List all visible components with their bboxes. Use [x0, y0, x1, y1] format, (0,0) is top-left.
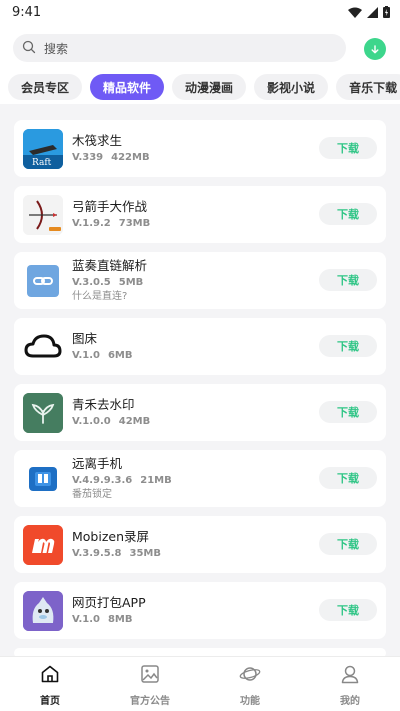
image-icon — [140, 664, 160, 688]
tab-premium-software[interactable]: 精品软件 — [90, 74, 165, 100]
app-size: 35MB — [129, 547, 161, 559]
app-card-raft[interactable]: Raft 木筏求生 V.339 422MB 下载 — [14, 120, 386, 177]
nav-label: 我的 — [340, 696, 360, 707]
app-size: 21MB — [140, 474, 172, 486]
app-card-qinghe[interactable]: 青禾去水印 V.1.0.0 42MB 下载 — [14, 384, 386, 441]
app-name: Mobizen录屏 — [72, 528, 150, 544]
app-card-mobizen[interactable]: Mobizen录屏 V.3.9.5.8 35MB 下载 — [14, 516, 386, 573]
app-version: V.1.0.0 — [72, 415, 111, 427]
app-name: 远离手机 — [72, 455, 123, 471]
nav-profile[interactable]: 我的 — [300, 657, 400, 711]
tab-music-download[interactable]: 音乐下载 — [336, 74, 400, 100]
link-icon — [23, 260, 63, 301]
nav-label: 功能 — [240, 696, 260, 707]
nav-announcements[interactable]: 官方公告 — [100, 657, 200, 711]
download-button[interactable]: 下载 — [319, 269, 377, 291]
app-meta: V.1.0 6MB — [72, 349, 133, 363]
planet-icon — [239, 664, 261, 688]
download-button[interactable]: 下载 — [319, 599, 377, 621]
wifi-icon — [348, 3, 362, 22]
sprout-icon — [23, 392, 63, 433]
app-card-imagebed[interactable]: 图床 V.1.0 6MB 下载 — [14, 318, 386, 375]
app-meta: V.4.9.9.3.6 21MB — [72, 474, 172, 488]
status-time: 9:41 — [12, 4, 42, 20]
download-button[interactable]: 下载 — [319, 533, 377, 555]
app-size: 73MB — [118, 217, 151, 229]
raft-icon: Raft — [23, 128, 63, 169]
app-card-lanzou[interactable]: 蓝奏直链解析 V.3.0.5 5MB 什么是直连? 下载 — [14, 252, 386, 309]
app-name: 弓箭手大作战 — [72, 198, 148, 214]
app-list: Raft 木筏求生 V.339 422MB 下载 弓箭手大作战 V.1.9.2 73… — [14, 120, 386, 658]
header: 搜索 会员专区 精品软件 动漫漫画 影视小说 音乐下载 — [0, 24, 400, 104]
nav-home[interactable]: 首页 — [0, 657, 100, 711]
cartoon-icon — [23, 590, 63, 631]
battery-icon — [383, 3, 390, 22]
download-button[interactable]: 下载 — [319, 137, 377, 159]
app-card-web-packager[interactable]: 网页打包APP V.1.0 8MB 下载 — [14, 582, 386, 639]
signal-icon — [367, 3, 378, 22]
app-size: 5MB — [118, 276, 144, 288]
app-version: V.1.0 — [72, 613, 100, 625]
app-description: 番茄锁定 — [72, 488, 112, 500]
lock-phone-icon — [23, 458, 63, 499]
tab-anime-comics[interactable]: 动漫漫画 — [172, 74, 247, 100]
download-button[interactable]: 下载 — [319, 401, 377, 423]
mobizen-icon — [23, 524, 63, 565]
nav-label: 首页 — [40, 696, 60, 707]
user-icon — [340, 664, 360, 688]
app-size: 422MB — [111, 151, 150, 163]
tab-member-zone[interactable]: 会员专区 — [8, 74, 83, 100]
app-meta: V.1.9.2 73MB — [72, 217, 150, 231]
cloud-icon — [23, 326, 63, 367]
app-meta: V.3.9.5.8 35MB — [72, 547, 161, 561]
app-meta: V.339 422MB — [72, 151, 150, 165]
app-name: 青禾去水印 — [72, 396, 135, 412]
app-name: 蓝奏直链解析 — [72, 257, 148, 273]
download-button[interactable]: 下载 — [319, 467, 377, 489]
app-card-away-phone[interactable]: 远离手机 V.4.9.9.3.6 21MB 番茄锁定 下载 — [14, 450, 386, 507]
bottom-nav: 首页 官方公告 功能 我的 — [0, 656, 400, 711]
download-manager-button[interactable] — [364, 38, 386, 60]
download-arrow-icon — [370, 40, 380, 59]
app-size: 6MB — [107, 349, 133, 361]
app-description: 什么是直连? — [72, 290, 128, 302]
app-version: V.1.9.2 — [72, 217, 111, 229]
svg-text:Raft: Raft — [32, 158, 52, 168]
search-icon — [22, 39, 36, 58]
app-name: 木筏求生 — [72, 132, 123, 148]
app-meta: V.1.0.0 42MB — [72, 415, 150, 429]
home-icon — [40, 664, 60, 688]
download-button[interactable]: 下载 — [319, 203, 377, 225]
app-version: V.1.0 — [72, 349, 100, 361]
app-version: V.3.9.5.8 — [72, 547, 122, 559]
app-version: V.3.0.5 — [72, 276, 111, 288]
app-meta: V.1.0 8MB — [72, 613, 146, 627]
status-icons — [348, 3, 390, 22]
app-version: V.4.9.9.3.6 — [72, 474, 133, 486]
nav-features[interactable]: 功能 — [200, 657, 300, 711]
tab-movies-novels[interactable]: 影视小说 — [254, 74, 329, 100]
app-name: 网页打包APP — [72, 594, 146, 610]
app-size: 8MB — [107, 613, 133, 625]
app-name: 图床 — [72, 330, 98, 346]
app-version: V.339 — [72, 151, 104, 163]
app-size: 42MB — [118, 415, 151, 427]
search-input[interactable]: 搜索 — [13, 34, 346, 62]
category-tabs: 会员专区 精品软件 动漫漫画 影视小说 音乐下载 — [8, 74, 400, 100]
app-card-archer[interactable]: 弓箭手大作战 V.1.9.2 73MB 下载 — [14, 186, 386, 243]
app-meta: V.3.0.5 5MB — [72, 276, 147, 290]
download-button[interactable]: 下载 — [319, 335, 377, 357]
archer-icon — [23, 194, 63, 235]
status-bar: 9:41 — [0, 0, 400, 24]
search-placeholder: 搜索 — [44, 41, 69, 56]
nav-label: 官方公告 — [130, 696, 170, 707]
